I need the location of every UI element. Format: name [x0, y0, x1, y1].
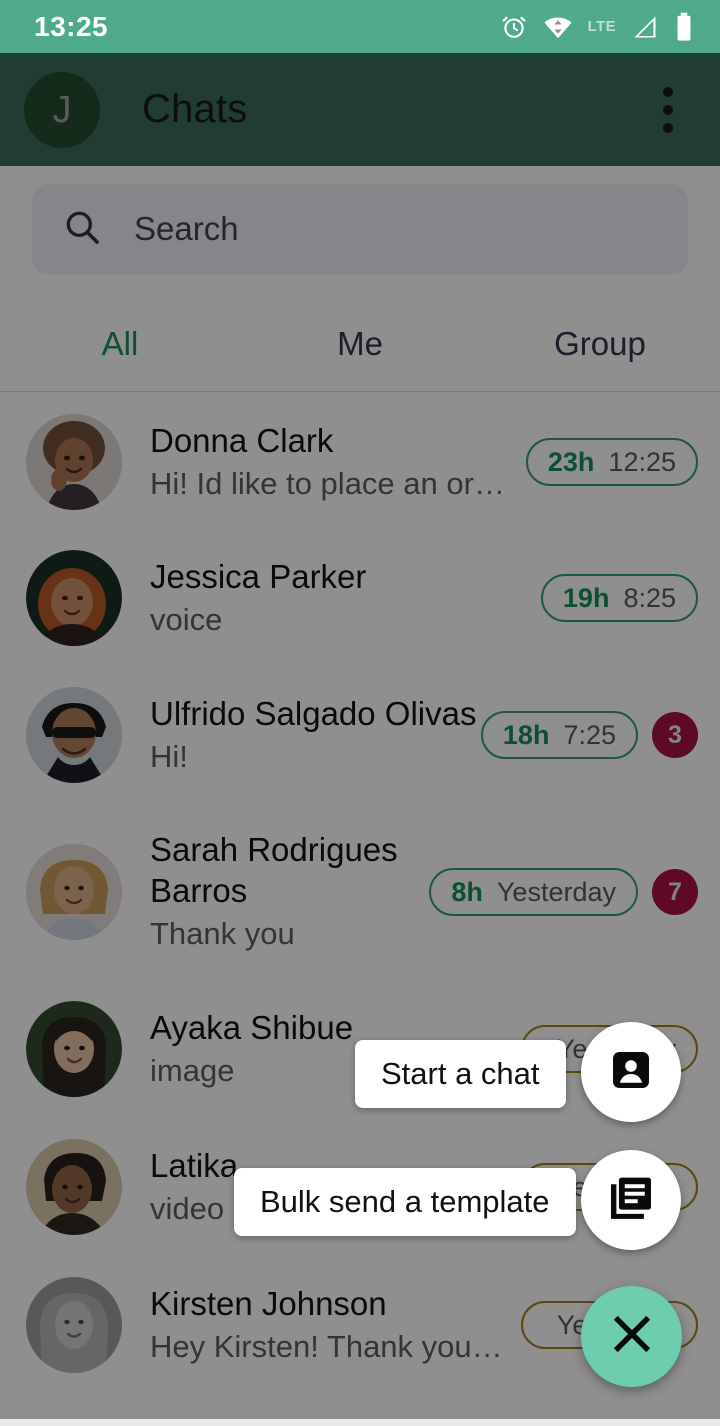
table-row[interactable]: Ulfrido Salgado Olivas Hi! 18h 7:25 3 [0, 666, 720, 804]
table-row[interactable]: Jessica Parker voice 19h 8:25 [0, 530, 720, 666]
overflow-dot [663, 122, 673, 133]
time-badge-hours: 23h [547, 446, 595, 477]
avatar [26, 1001, 122, 1097]
profile-avatar[interactable]: J [24, 71, 100, 148]
chat-preview: Thank you [150, 915, 295, 951]
fab-bulk-send-template-button[interactable] [581, 1150, 681, 1250]
bottom-divider [0, 1419, 720, 1426]
avatar [26, 1277, 122, 1373]
chat-row-text: Sarah Rodrigues Barros Thank you [150, 830, 429, 953]
table-row[interactable]: Donna Clark Hi! Id like to place an orde… [0, 394, 720, 530]
chat-name: Ulfrido Salgado Olivas [150, 694, 477, 732]
status-bar-clock: 13:25 [34, 10, 109, 42]
time-badge: 23h 12:25 [525, 438, 698, 486]
tab-group[interactable]: Group [480, 325, 720, 363]
overflow-dot [663, 86, 673, 97]
fab-close-button[interactable] [581, 1286, 682, 1387]
tab-me[interactable]: Me [240, 325, 480, 363]
battery-icon [674, 12, 694, 42]
fab-label-start-a-chat[interactable]: Start a chat [355, 1040, 566, 1108]
status-bar-icons: LTE [500, 12, 694, 42]
page-title: Chats [142, 87, 248, 131]
chat-name: Kirsten Johnson [150, 1284, 387, 1322]
fab-start-a-chat-button[interactable] [581, 1022, 681, 1122]
table-row[interactable]: Sarah Rodrigues Barros Thank you 8h Yest… [0, 804, 720, 980]
chat-preview: Hi! Id like to place an order. Can yo... [150, 465, 516, 501]
avatar [26, 844, 122, 940]
time-badge: 19h 8:25 [540, 574, 698, 622]
time-badge-hours: 19h [562, 582, 610, 613]
time-badge-time: Yesterday [496, 876, 616, 907]
chat-name: Sarah Rodrigues Barros [150, 831, 398, 909]
status-bar: 13:25 LTE [0, 0, 720, 53]
chat-filter-tabs: All Me Group [0, 296, 720, 392]
search-placeholder: Search [134, 210, 239, 247]
avatar [26, 550, 122, 646]
time-badge: 18h 7:25 [480, 711, 638, 759]
unread-badge: 7 [652, 869, 698, 915]
chat-row-meta: 19h 8:25 [540, 574, 698, 622]
tab-all[interactable]: All [0, 325, 240, 363]
chat-row-text: Kirsten Johnson Hey Kirsten! Thank you f… [150, 1284, 521, 1367]
search-bar-container: Search [0, 166, 720, 274]
search-icon [62, 207, 102, 252]
chat-name: Donna Clark [150, 421, 334, 459]
chat-preview: Hey Kirsten! Thank you for reaching... [150, 1328, 511, 1364]
chat-name: Jessica Parker [150, 557, 367, 595]
app-screen: 13:25 LTE J Chats Search All Me Group Do… [0, 0, 720, 1426]
signal-icon [631, 14, 659, 40]
lte-label: LTE [587, 18, 616, 35]
chat-row-text: Jessica Parker voice [150, 557, 541, 640]
unread-badge: 3 [652, 712, 698, 758]
contact-card-icon [607, 1046, 655, 1099]
overflow-menu-icon[interactable] [640, 82, 696, 138]
library-books-icon [606, 1173, 656, 1228]
wifi-icon [543, 13, 573, 41]
chat-row-text: Donna Clark Hi! Id like to place an orde… [150, 421, 526, 504]
avatar [26, 414, 122, 510]
profile-avatar-initial: J [52, 88, 72, 131]
chat-row-meta: 18h 7:25 3 [480, 711, 698, 759]
close-icon [606, 1308, 658, 1365]
search-input[interactable]: Search [32, 184, 688, 274]
chat-row-meta: 8h Yesterday 7 [429, 868, 698, 916]
chat-row-meta: 23h 12:25 [525, 438, 698, 486]
fab-label-bulk-send-a-template[interactable]: Bulk send a template [234, 1168, 576, 1236]
time-badge-hours: 8h [451, 876, 483, 907]
avatar [26, 1139, 122, 1235]
time-badge-time: 12:25 [608, 446, 676, 477]
chat-row-text: Ulfrido Salgado Olivas Hi! [150, 694, 481, 777]
overflow-dot [663, 104, 673, 115]
time-badge-hours: 18h [502, 719, 550, 750]
time-badge-time: 7:25 [563, 719, 616, 750]
avatar [26, 687, 122, 783]
alarm-icon [500, 13, 528, 41]
chat-preview: Hi! [150, 738, 188, 774]
app-bar: J Chats [0, 53, 720, 166]
time-badge-time: 8:25 [623, 582, 676, 613]
time-badge: 8h Yesterday [429, 868, 638, 916]
chat-preview: voice [150, 601, 223, 637]
